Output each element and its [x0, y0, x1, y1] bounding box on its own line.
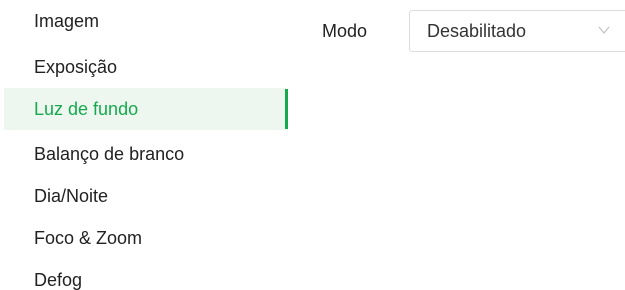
sidebar-item-exposicao[interactable]: Exposição — [4, 46, 288, 88]
mode-select-value: Desabilitado — [427, 21, 527, 41]
sidebar-item-dia-noite[interactable]: Dia/Noite — [4, 175, 288, 217]
sidebar-menu: Imagem Exposição Luz de fundo Balanço de… — [4, 0, 288, 290]
chevron-down-icon — [596, 22, 612, 38]
mode-label: Modo — [322, 21, 368, 41]
sidebar-item-label: Luz de fundo — [34, 99, 139, 119]
settings-page: Imagem Exposição Luz de fundo Balanço de… — [0, 0, 625, 290]
sidebar-item-label: Defog — [34, 270, 83, 290]
sidebar-item-label: Dia/Noite — [34, 186, 109, 206]
mode-select[interactable]: Desabilitado — [409, 10, 625, 52]
sidebar-item-balanco-de-branco[interactable]: Balanço de branco — [4, 133, 288, 175]
sidebar-item-label: Imagem — [34, 11, 100, 31]
sidebar-item-label: Balanço de branco — [34, 144, 185, 164]
sidebar-item-foco-zoom[interactable]: Foco & Zoom — [4, 217, 288, 259]
sidebar-item-label: Foco & Zoom — [34, 228, 143, 248]
sidebar-item-imagem[interactable]: Imagem — [4, 0, 288, 42]
sidebar-item-defog[interactable]: Defog — [4, 259, 288, 290]
sidebar-item-label: Exposição — [34, 57, 118, 77]
sidebar-item-luz-de-fundo[interactable]: Luz de fundo — [4, 88, 288, 130]
